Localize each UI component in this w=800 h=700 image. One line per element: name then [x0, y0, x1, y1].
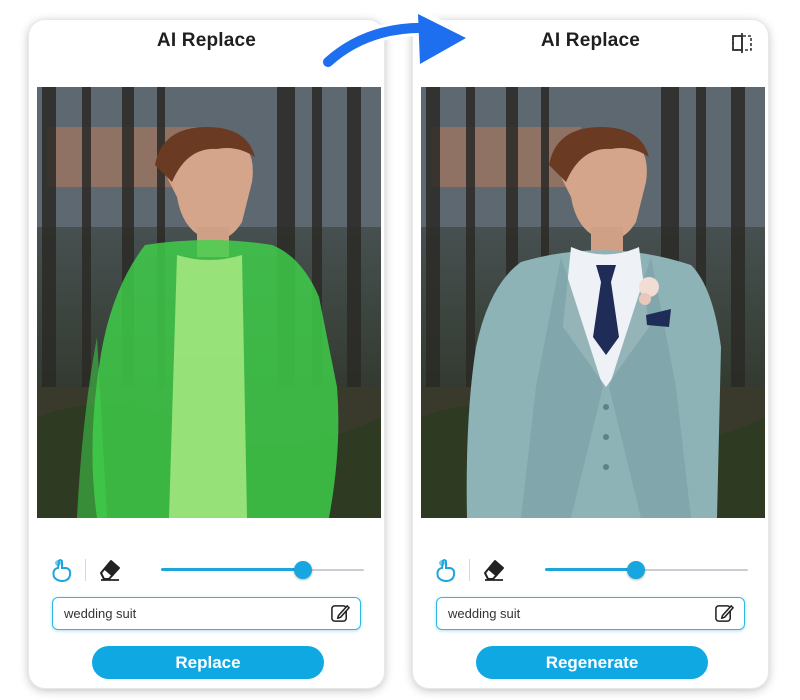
brush-size-slider[interactable]	[161, 556, 364, 584]
photo-with-selection	[37, 87, 381, 518]
edit-icon[interactable]	[714, 603, 735, 624]
curved-arrow-right-icon	[320, 7, 473, 71]
before-panel: AI Replace wedding suit Replace	[29, 20, 384, 688]
prompt-input[interactable]: wedding suit	[52, 597, 361, 630]
prompt-text[interactable]: wedding suit	[64, 606, 136, 621]
toolbar-divider	[469, 559, 470, 581]
hand-brush-icon[interactable]	[49, 557, 75, 583]
slider-thumb[interactable]	[627, 561, 646, 579]
regenerate-button[interactable]: Regenerate	[476, 646, 708, 679]
after-panel: AI Replace wedding suit Regenerate	[413, 20, 768, 688]
prompt-input[interactable]: wedding suit	[436, 597, 745, 630]
slider-fill	[545, 568, 637, 571]
edit-icon[interactable]	[330, 603, 351, 624]
slider-thumb[interactable]	[294, 561, 313, 579]
compare-icon[interactable]	[731, 33, 753, 53]
brush-toolbar	[49, 556, 364, 584]
prompt-text[interactable]: wedding suit	[448, 606, 520, 621]
brush-size-slider[interactable]	[545, 556, 748, 584]
photo-canvas[interactable]	[421, 87, 765, 518]
photo-canvas[interactable]	[37, 87, 381, 518]
eraser-icon[interactable]	[481, 557, 507, 583]
hand-brush-icon[interactable]	[433, 557, 459, 583]
photo-result	[421, 87, 765, 518]
eraser-icon[interactable]	[97, 557, 123, 583]
replace-button[interactable]: Replace	[92, 646, 324, 679]
brush-toolbar	[433, 556, 748, 584]
slider-fill	[161, 568, 304, 571]
toolbar-divider	[85, 559, 86, 581]
